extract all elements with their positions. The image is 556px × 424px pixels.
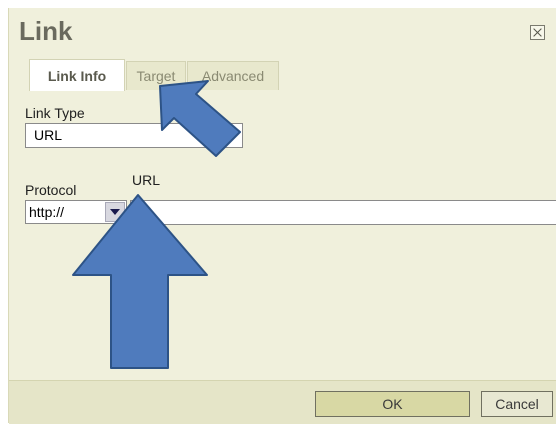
- arrow-annotation-icon: [72, 194, 208, 369]
- tab-link-info[interactable]: Link Info: [29, 59, 125, 91]
- arrow-annotation-icon: [159, 80, 241, 157]
